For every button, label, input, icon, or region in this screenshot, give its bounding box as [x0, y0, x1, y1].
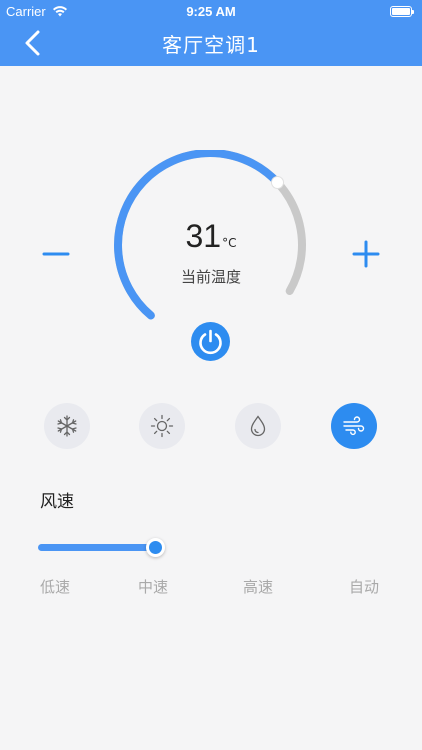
droplet-icon — [250, 415, 266, 437]
wind-speed-slider-thumb[interactable] — [146, 538, 165, 557]
battery-icon — [390, 6, 414, 17]
power-icon — [199, 329, 222, 355]
mode-dry-button[interactable] — [235, 403, 281, 449]
dial-knob[interactable] — [271, 175, 285, 189]
temperature-value: 31 — [185, 218, 222, 254]
app-header: Carrier 9:25 AM 客厅空调1 — [0, 0, 422, 66]
wind-speed-title: 风速 — [40, 492, 74, 512]
power-button[interactable] — [191, 322, 230, 361]
decrease-temperature-button[interactable] — [42, 238, 70, 270]
mode-fan-button[interactable] — [331, 403, 377, 449]
status-bar: Carrier 9:25 AM — [0, 0, 422, 24]
mode-cool-button[interactable] — [44, 403, 90, 449]
snowflake-icon — [57, 415, 77, 437]
speed-option-auto[interactable]: 自动 — [349, 576, 379, 597]
increase-temperature-button[interactable] — [351, 238, 381, 270]
speed-option-medium[interactable]: 中速 — [138, 576, 168, 597]
clock: 9:25 AM — [186, 4, 236, 19]
wind-speed-slider-track[interactable] — [38, 544, 156, 551]
mode-heat-button[interactable] — [139, 403, 185, 449]
page-title: 客厅空调1 — [162, 33, 260, 57]
sun-icon — [150, 414, 174, 438]
temperature-unit: °C — [222, 236, 237, 250]
speed-option-low[interactable]: 低速 — [40, 576, 70, 597]
speed-option-high[interactable]: 高速 — [243, 576, 273, 597]
wind-icon — [343, 416, 365, 436]
